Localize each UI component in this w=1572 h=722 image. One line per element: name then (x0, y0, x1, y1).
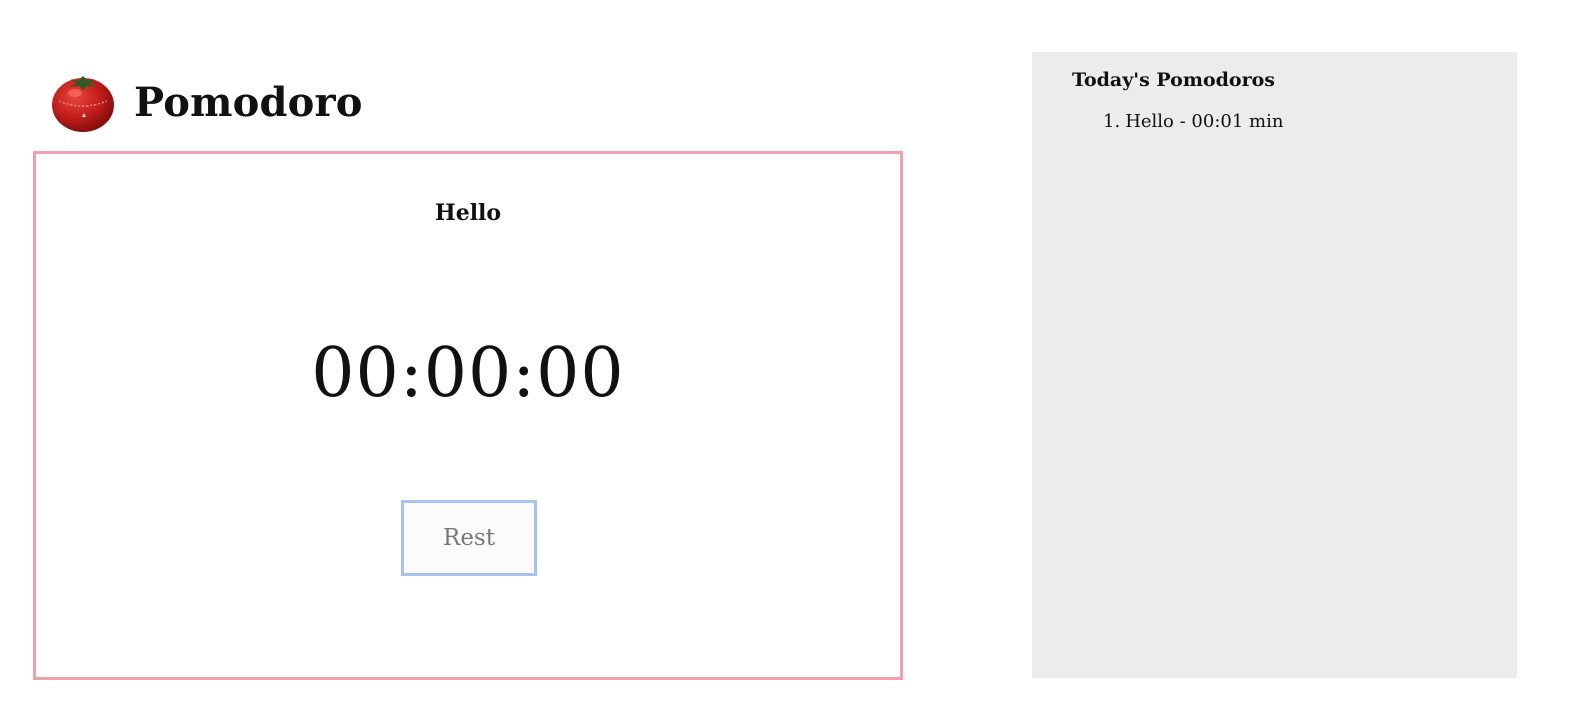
list-item: 1. Hello - 00:01 min (1072, 109, 1283, 135)
sidebar-title: Today's Pomodoros (1072, 69, 1275, 91)
tomato-timer-icon (52, 76, 114, 132)
timer-display: 00:00:00 (311, 334, 625, 413)
todays-pomodoros-panel: Today's Pomodoros 1. Hello - 00:01 min (1032, 52, 1517, 678)
list-item-text: Hello - 00:01 min (1125, 111, 1284, 132)
app-title: Pomodoro (134, 79, 363, 126)
app-header: Pomodoro (51, 70, 363, 134)
pomodoro-list: 1. Hello - 00:01 min (1072, 109, 1283, 135)
rest-button[interactable]: Rest (401, 500, 537, 576)
list-item-number: 1. (1103, 111, 1121, 132)
task-name: Hello (434, 200, 502, 226)
timer-card: Hello 00:00:00 Rest (33, 151, 903, 680)
